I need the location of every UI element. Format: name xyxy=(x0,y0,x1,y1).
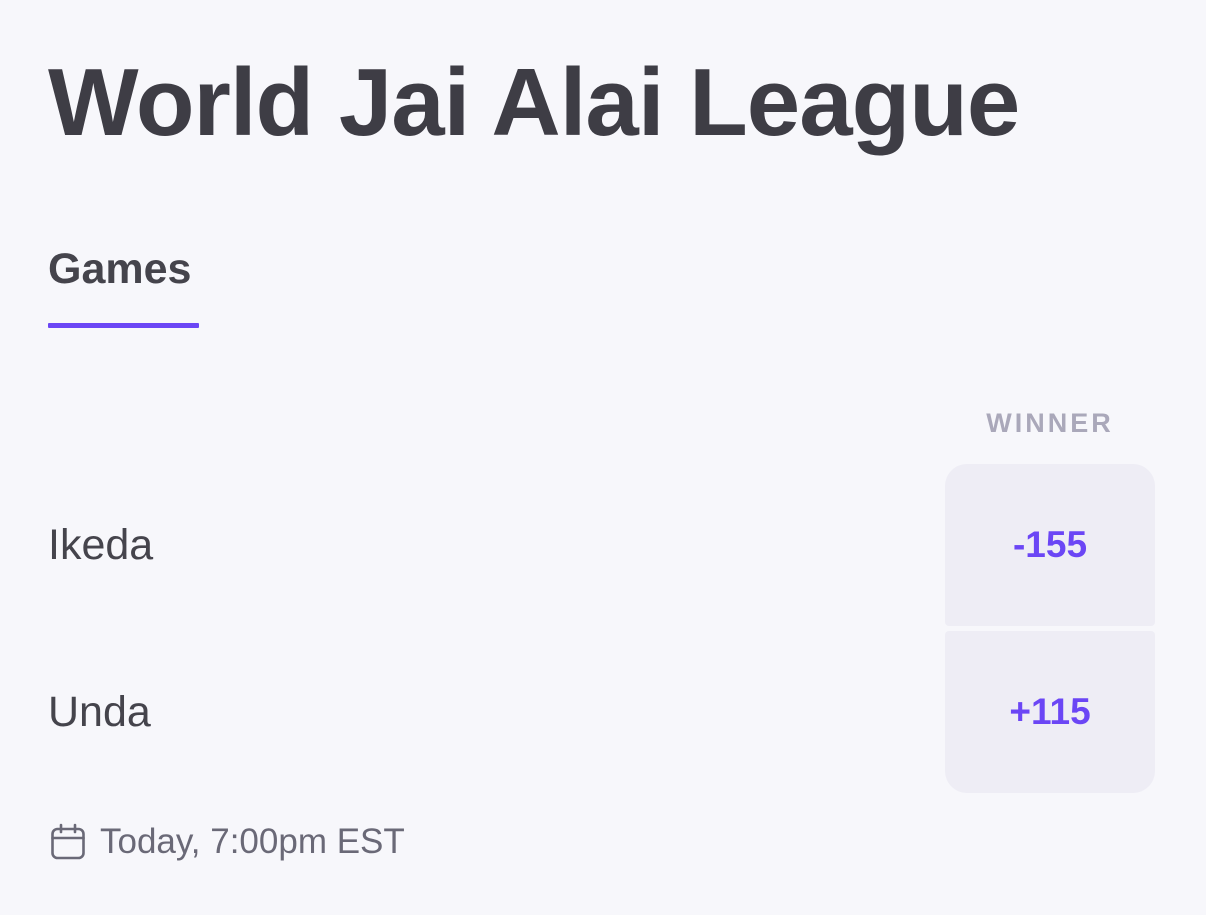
odds-button-2[interactable]: +115 xyxy=(945,631,1155,793)
winner-column-header: WINNER xyxy=(986,408,1114,438)
team-name-2: Unda xyxy=(48,688,151,736)
game-time: Today, 7:00pm EST xyxy=(50,822,405,862)
tab-active-indicator xyxy=(48,323,199,328)
page: World Jai Alai League Games WINNER Ikeda… xyxy=(0,0,1206,915)
page-title: World Jai Alai League xyxy=(48,49,1020,156)
game-time-label: Today, 7:00pm EST xyxy=(100,822,405,861)
tab-games[interactable]: Games xyxy=(48,243,191,295)
calendar-icon xyxy=(50,823,86,861)
odds-value-1: -155 xyxy=(1012,524,1088,565)
team-name-1: Ikeda xyxy=(48,521,154,569)
odds-button-1[interactable]: -155 xyxy=(945,464,1155,626)
odds-value-2: +115 xyxy=(1009,691,1091,732)
